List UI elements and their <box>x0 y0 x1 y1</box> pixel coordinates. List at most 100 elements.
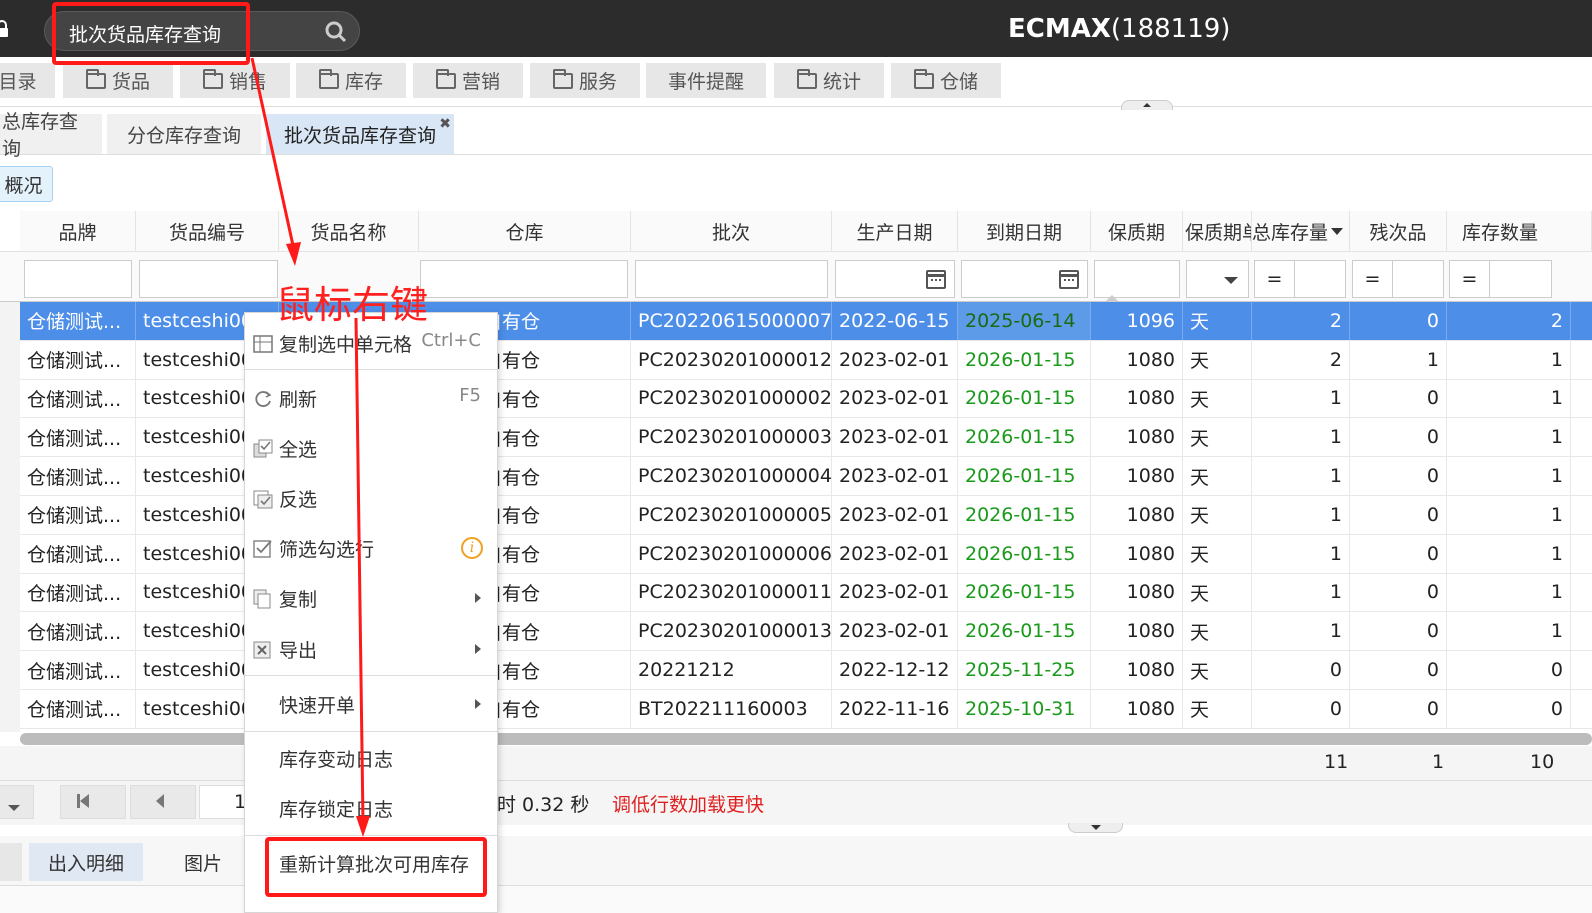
cell-prod[interactable]: 2022-12-12 <box>832 651 958 689</box>
cell-defect[interactable]: 0 <box>1350 457 1447 495</box>
cell-defect[interactable]: 0 <box>1350 302 1447 340</box>
cell-total[interactable]: 2 <box>1252 302 1350 340</box>
cell-prod[interactable]: 2023-02-01 <box>832 418 958 457</box>
cell-qty[interactable]: 0 <box>1447 689 1571 728</box>
cell-shelf[interactable]: 1080 <box>1091 612 1183 651</box>
cell-exp[interactable]: 2025-11-25 <box>958 651 1091 689</box>
cell-batch[interactable]: PC20230201000005 <box>631 495 832 534</box>
filter-code-input[interactable] <box>139 260 278 298</box>
filter-unit-select[interactable] <box>1186 260 1249 298</box>
filter-brand-input[interactable] <box>24 260 132 298</box>
cell-prod[interactable]: 2022-11-16 <box>832 689 958 728</box>
cell-qty[interactable]: 0 <box>1447 651 1571 689</box>
cell-prod[interactable]: 2023-02-01 <box>832 457 958 495</box>
cell-brand[interactable]: 仓储测试... <box>20 651 136 689</box>
col-header-name[interactable]: 货品名称 <box>279 211 419 251</box>
cell-exp[interactable]: 2026-01-15 <box>958 418 1091 457</box>
cell-defect[interactable]: 0 <box>1350 573 1447 612</box>
detail-tab-inout[interactable]: 出入明细 <box>29 843 143 881</box>
cell-shelf[interactable]: 1080 <box>1091 418 1183 457</box>
detail-tab-prev[interactable] <box>0 843 22 881</box>
col-header-total[interactable]: 总库存量 <box>1252 211 1350 251</box>
col-header-warehouse[interactable]: 仓库 <box>419 211 631 251</box>
page-tab-branch-stock[interactable]: 分仓库存查询 <box>107 114 261 154</box>
cell-total[interactable]: 1 <box>1252 457 1350 495</box>
page-tab-batch-stock[interactable]: 批次货品库存查询 ✖ <box>266 114 454 154</box>
cell-prod[interactable]: 2023-02-01 <box>832 534 958 573</box>
cell-prod[interactable]: 2023-02-01 <box>832 495 958 534</box>
cell-total[interactable]: 1 <box>1252 379 1350 418</box>
close-tab-icon[interactable]: ✖ <box>439 116 451 132</box>
col-header-defect[interactable]: 残次品 <box>1350 211 1447 251</box>
collapse-down-toggle[interactable] <box>1068 823 1123 833</box>
filter-batch-input[interactable] <box>635 260 828 298</box>
cell-brand[interactable]: 仓储测试... <box>20 379 136 418</box>
calendar-icon[interactable] <box>926 270 946 289</box>
cell-unit[interactable]: 天 <box>1183 689 1252 728</box>
module-tab-service[interactable]: 服务 <box>530 63 640 98</box>
cell-exp[interactable]: 2026-01-15 <box>958 379 1091 418</box>
module-tab-sales[interactable]: 销售 <box>180 63 290 98</box>
cell-prod[interactable]: 2023-02-01 <box>832 573 958 612</box>
sort-desc-icon[interactable] <box>1331 227 1344 235</box>
menu-export[interactable]: 导出 <box>245 627 497 671</box>
cell-qty[interactable]: 1 <box>1447 573 1571 612</box>
equals-operator[interactable]: = <box>1450 261 1490 297</box>
page-tab-total-stock[interactable]: 总库存查询 <box>0 111 102 160</box>
filter-prod-date-input[interactable] <box>835 260 955 298</box>
first-page-button[interactable] <box>60 785 126 819</box>
cell-exp[interactable]: 2026-01-15 <box>958 534 1091 573</box>
col-header-brand[interactable]: 品牌 <box>20 211 136 251</box>
cell-qty[interactable]: 1 <box>1447 340 1571 379</box>
cell-exp[interactable]: 2026-01-15 <box>958 573 1091 612</box>
cell-total[interactable]: 1 <box>1252 418 1350 457</box>
cell-batch[interactable]: PC20230201000002 <box>631 379 832 418</box>
cell-unit[interactable]: 天 <box>1183 340 1252 379</box>
col-header-shelf-life[interactable]: 保质期 <box>1091 211 1183 251</box>
col-header-code[interactable]: 货品编号 <box>136 211 279 251</box>
cell-batch[interactable]: PC20230201000013 <box>631 612 832 651</box>
cell-total[interactable]: 1 <box>1252 534 1350 573</box>
cell-prod[interactable]: 2023-02-01 <box>832 379 958 418</box>
detail-tab-images[interactable]: 图片 <box>148 843 258 881</box>
cell-shelf[interactable]: 1080 <box>1091 457 1183 495</box>
page-number-input[interactable]: 1 <box>199 785 247 819</box>
cell-prod[interactable]: 2023-02-01 <box>832 340 958 379</box>
col-header-shelf-unit[interactable]: 保质期单位 <box>1183 211 1252 251</box>
cell-prod[interactable]: 2023-02-01 <box>832 612 958 651</box>
cell-prod[interactable]: 2022-06-15 <box>832 302 958 340</box>
cell-total[interactable]: 1 <box>1252 573 1350 612</box>
cell-shelf[interactable]: 1080 <box>1091 495 1183 534</box>
cell-unit[interactable]: 天 <box>1183 457 1252 495</box>
filter-total-input[interactable]: = <box>1254 260 1346 298</box>
cell-batch[interactable]: PC20230201000004 <box>631 457 832 495</box>
cell-defect[interactable]: 1 <box>1350 340 1447 379</box>
menu-filter-checked[interactable]: 筛选勾选行 i <box>245 526 497 570</box>
cell-qty[interactable]: 1 <box>1447 457 1571 495</box>
filter-shelf-input[interactable] <box>1094 260 1180 298</box>
equals-operator[interactable]: = <box>1255 261 1295 297</box>
cell-exp[interactable]: 2026-01-15 <box>958 457 1091 495</box>
search-icon[interactable] <box>325 21 347 43</box>
cell-defect[interactable]: 0 <box>1350 612 1447 651</box>
menu-stock-change-log[interactable]: 库存变动日志 <box>245 736 497 780</box>
cell-batch[interactable]: PC20230201000011 <box>631 573 832 612</box>
overview-button[interactable]: 概况 <box>0 166 53 202</box>
cell-exp[interactable]: 2026-01-15 <box>958 495 1091 534</box>
module-tab-marketing[interactable]: 营销 <box>413 63 523 98</box>
cell-unit[interactable]: 天 <box>1183 573 1252 612</box>
cell-shelf[interactable]: 1080 <box>1091 689 1183 728</box>
cell-brand[interactable]: 仓储测试... <box>20 612 136 651</box>
cell-total[interactable]: 1 <box>1252 612 1350 651</box>
cell-qty[interactable]: 2 <box>1447 302 1571 340</box>
cell-shelf[interactable]: 1080 <box>1091 651 1183 689</box>
menu-quick-order[interactable]: 快速开单 <box>245 682 497 726</box>
cell-unit[interactable]: 天 <box>1183 651 1252 689</box>
calendar-icon[interactable] <box>1059 270 1079 289</box>
cell-unit[interactable]: 天 <box>1183 534 1252 573</box>
cell-brand[interactable]: 仓储测试... <box>20 689 136 728</box>
cell-total[interactable]: 2 <box>1252 340 1350 379</box>
menu-refresh[interactable]: 刷新 F5 <box>245 376 497 420</box>
cell-batch[interactable]: PC20230201000003 <box>631 418 832 457</box>
cell-shelf[interactable]: 1080 <box>1091 340 1183 379</box>
